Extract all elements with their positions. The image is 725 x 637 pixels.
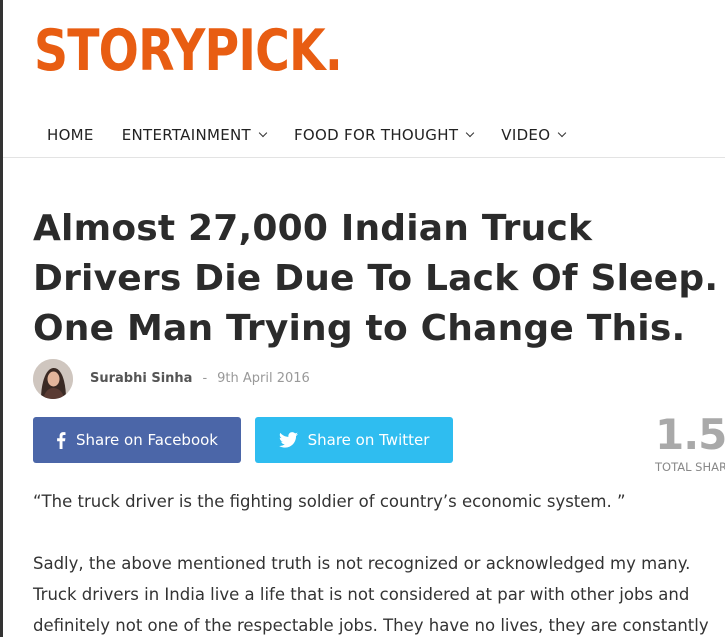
- facebook-icon: [56, 431, 66, 449]
- total-shares-count: 1.5K: [655, 410, 725, 459]
- nav-item-label: FOOD FOR THOUGHT: [294, 126, 459, 144]
- meta-separator: -: [202, 371, 208, 386]
- twitter-icon: [278, 432, 298, 448]
- author-meta: Surabhi Sinha - 9th April 2016: [90, 371, 310, 386]
- post-date: 9th April 2016: [217, 371, 310, 386]
- author-name[interactable]: Surabhi Sinha: [90, 371, 192, 386]
- article-paragraph: Sadly, the above mentioned truth is not …: [33, 554, 709, 635]
- share-twitter-label: Share on Twitter: [307, 431, 430, 449]
- total-shares-label: TOTAL SHARES: [655, 460, 725, 474]
- site-logo[interactable]: STORYPICK.: [34, 16, 343, 86]
- nav-item-label: VIDEO: [501, 126, 551, 144]
- nav-divider: [3, 157, 725, 158]
- chevron-down-icon: [558, 128, 567, 138]
- nav-item-video[interactable]: VIDEO: [501, 126, 567, 144]
- main-nav: HOME ENTERTAINMENT FOOD FOR THOUGHT VIDE…: [47, 123, 593, 147]
- nav-item-entertainment[interactable]: ENTERTAINMENT: [121, 126, 268, 144]
- page-left-border: [0, 0, 3, 637]
- nav-item-home[interactable]: HOME: [47, 126, 94, 144]
- article-title: Almost 27,000 Indian Truck Drivers Die D…: [33, 208, 719, 349]
- nav-item-label: ENTERTAINMENT: [121, 126, 251, 144]
- nav-item-label: HOME: [47, 126, 94, 144]
- share-facebook-button[interactable]: Share on Facebook: [33, 417, 241, 463]
- chevron-down-icon: [466, 128, 475, 138]
- nav-item-food-for-thought[interactable]: FOOD FOR THOUGHT: [294, 126, 475, 144]
- share-twitter-button[interactable]: Share on Twitter: [255, 417, 453, 463]
- share-facebook-label: Share on Facebook: [76, 431, 218, 449]
- chevron-down-icon: [258, 128, 268, 138]
- avatar-image: [33, 359, 73, 399]
- article-quote: “The truck driver is the fighting soldie…: [33, 492, 626, 511]
- author-avatar[interactable]: [33, 359, 73, 399]
